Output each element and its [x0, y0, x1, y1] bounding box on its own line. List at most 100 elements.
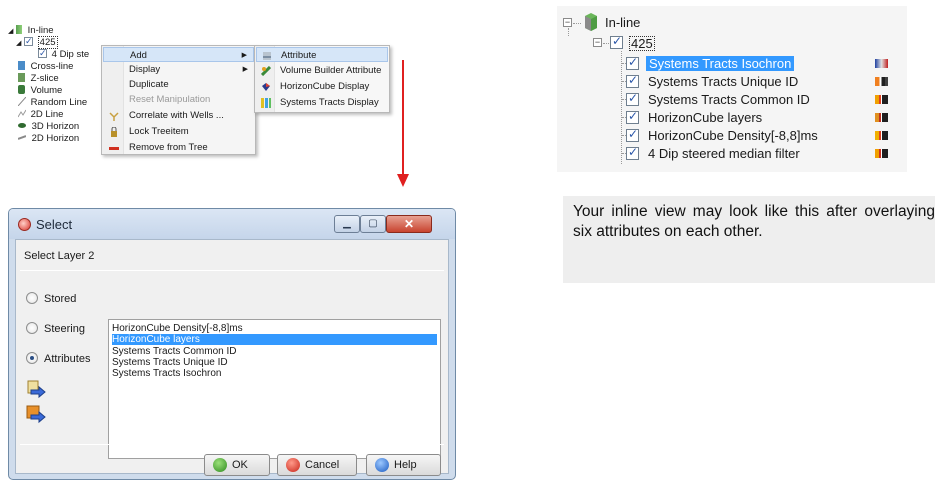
- maximize-icon: ▢: [368, 218, 378, 229]
- app-icon: [18, 218, 31, 231]
- randomline-icon: [17, 96, 27, 107]
- cancel-button[interactable]: Cancel: [277, 454, 357, 476]
- caption-box: Your inline view may look like this afte…: [563, 196, 935, 283]
- layer-row[interactable]: Systems Tracts Unique ID: [621, 73, 901, 89]
- systems-tracts-icon: [261, 98, 271, 108]
- ok-check-icon: [213, 458, 227, 472]
- collapse-icon[interactable]: −: [593, 38, 602, 47]
- layer-row[interactable]: HorizonCube Density[-8,8]ms: [621, 127, 901, 143]
- crossline-icon: [18, 61, 25, 70]
- submenu-arrow-icon: ▶: [242, 66, 248, 73]
- select-dialog: Select ▁ ▢ ✕ Select Layer 2 Stored Steer…: [8, 208, 456, 480]
- dialog-title: Select: [36, 217, 73, 232]
- colorbar-icon: [875, 113, 888, 122]
- export-attribute-button[interactable]: [26, 405, 46, 425]
- layer-row[interactable]: HorizonCube layers: [621, 109, 901, 125]
- remove-icon: [109, 143, 119, 152]
- list-item[interactable]: Systems Tracts Isochron: [112, 368, 437, 379]
- checkbox-icon[interactable]: [610, 34, 623, 49]
- tree-item-crossline[interactable]: Cross-line: [18, 61, 73, 73]
- inline-cube-icon: [585, 13, 597, 31]
- menu-item-lock-treeitem[interactable]: Lock Treeitem: [103, 124, 254, 139]
- radio-icon[interactable]: [26, 292, 38, 304]
- colorbar-icon: [875, 77, 888, 86]
- radio-stored[interactable]: Stored: [26, 292, 76, 306]
- dialog-body: Select Layer 2 Stored Steering Attribute…: [15, 239, 449, 476]
- list-item[interactable]: Systems Tracts Common ID: [112, 346, 437, 357]
- checkbox-icon[interactable]: [24, 35, 34, 47]
- tree-item-2dhorizon[interactable]: 2D Horizon: [17, 133, 79, 145]
- menu-item-remove-from-tree[interactable]: Remove from Tree: [103, 140, 254, 155]
- submenu-item-systems-tracts-display[interactable]: Systems Tracts Display: [256, 95, 388, 110]
- tree-item-425[interactable]: 425: [629, 36, 655, 51]
- zslice-icon: [18, 73, 25, 82]
- import-arrow-icon: [27, 380, 46, 399]
- attribute-icon: [262, 51, 272, 60]
- export-arrow-icon: [26, 405, 46, 424]
- list-item[interactable]: HorizonCube Density[-8,8]ms: [112, 323, 437, 334]
- horizoncube-icon: [261, 82, 271, 91]
- menu-item-reset-manipulation: Reset Manipulation: [129, 94, 211, 105]
- tree-item-zslice[interactable]: Z-slice: [18, 73, 59, 85]
- radio-steering[interactable]: Steering: [26, 322, 85, 336]
- tree-root-inline[interactable]: In-line: [605, 15, 640, 30]
- close-button[interactable]: ✕: [386, 215, 432, 233]
- red-arrow-icon: [397, 60, 409, 187]
- expand-arrow-icon[interactable]: ◢: [8, 28, 13, 35]
- tree-item-randomline[interactable]: Random Line: [17, 96, 87, 109]
- cancel-icon: [286, 458, 300, 472]
- close-icon: ✕: [403, 217, 415, 231]
- correlate-wells-icon: [109, 111, 119, 121]
- tree-item-dip[interactable]: 4 Dip ste: [38, 47, 89, 61]
- expand-arrow-icon[interactable]: ◢: [16, 40, 21, 47]
- volume-builder-icon: [260, 65, 272, 77]
- context-menu: Add ▶ Display ▶ Duplicate Reset Manipulati…: [101, 45, 256, 155]
- divider: [20, 444, 444, 445]
- menu-item-display[interactable]: Display ▶: [103, 62, 254, 77]
- minimize-button[interactable]: ▁: [334, 215, 360, 233]
- tree-item-2dline[interactable]: 2D Line: [17, 109, 63, 121]
- ok-button[interactable]: OK: [204, 454, 270, 476]
- radio-selected-icon[interactable]: [26, 352, 38, 364]
- tree-item-volume[interactable]: Volume: [18, 85, 62, 97]
- colorbar-icon: [875, 149, 888, 158]
- scene-tree-right: − In-line − 425 Systems Tracts Isochron …: [557, 6, 907, 172]
- 2dhorizon-icon: [17, 133, 27, 142]
- list-item[interactable]: Systems Tracts Unique ID: [112, 357, 437, 368]
- dialog-titlebar[interactable]: Select ▁ ▢ ✕: [9, 209, 455, 239]
- menu-item-add[interactable]: Add ▶: [103, 47, 254, 62]
- help-icon: [375, 458, 389, 472]
- tree-item-425[interactable]: ◢ 425: [16, 35, 58, 49]
- dialog-heading: Select Layer 2: [24, 250, 95, 262]
- layer-row[interactable]: Systems Tracts Common ID: [621, 91, 901, 107]
- layer-row[interactable]: 4 Dip steered median filter: [621, 145, 901, 161]
- menu-item-correlate-wells[interactable]: Correlate with Wells ...: [103, 108, 254, 123]
- caption-text: Your inline view may look like this afte…: [573, 203, 935, 240]
- lock-icon: [109, 126, 119, 137]
- attribute-list[interactable]: HorizonCube Density[-8,8]ms HorizonCube …: [108, 319, 441, 459]
- layer-row[interactable]: Systems Tracts Isochron: [621, 55, 901, 71]
- submenu-item-attribute[interactable]: Attribute: [256, 47, 388, 62]
- submenu-arrow-icon: ▶: [241, 52, 247, 59]
- list-item-selected[interactable]: HorizonCube layers: [112, 334, 437, 345]
- submenu-item-horizoncube-display[interactable]: HorizonCube Display: [256, 79, 388, 94]
- colorbar-icon: [875, 59, 888, 68]
- tree-item-3dhorizon[interactable]: 3D Horizon: [18, 121, 79, 133]
- checkbox-icon[interactable]: [38, 47, 47, 59]
- help-button[interactable]: Help: [366, 454, 441, 476]
- maximize-button[interactable]: ▢: [360, 215, 386, 233]
- colorbar-icon: [875, 131, 888, 140]
- inline-icon: [16, 25, 23, 34]
- add-submenu: Attribute Volume Builder Attribute Horiz…: [254, 45, 390, 113]
- radio-attributes[interactable]: Attributes: [26, 352, 90, 366]
- menu-item-duplicate[interactable]: Duplicate: [103, 77, 254, 92]
- collapse-icon[interactable]: −: [563, 18, 572, 27]
- volume-icon: [18, 85, 25, 94]
- colorbar-icon: [875, 95, 888, 104]
- 2dline-icon: [17, 109, 27, 118]
- minimize-icon: ▁: [343, 218, 351, 229]
- import-attribute-button[interactable]: [26, 380, 46, 400]
- 3dhorizon-icon: [18, 123, 26, 128]
- submenu-item-volume-builder[interactable]: Volume Builder Attribute: [256, 63, 388, 78]
- radio-icon[interactable]: [26, 322, 38, 334]
